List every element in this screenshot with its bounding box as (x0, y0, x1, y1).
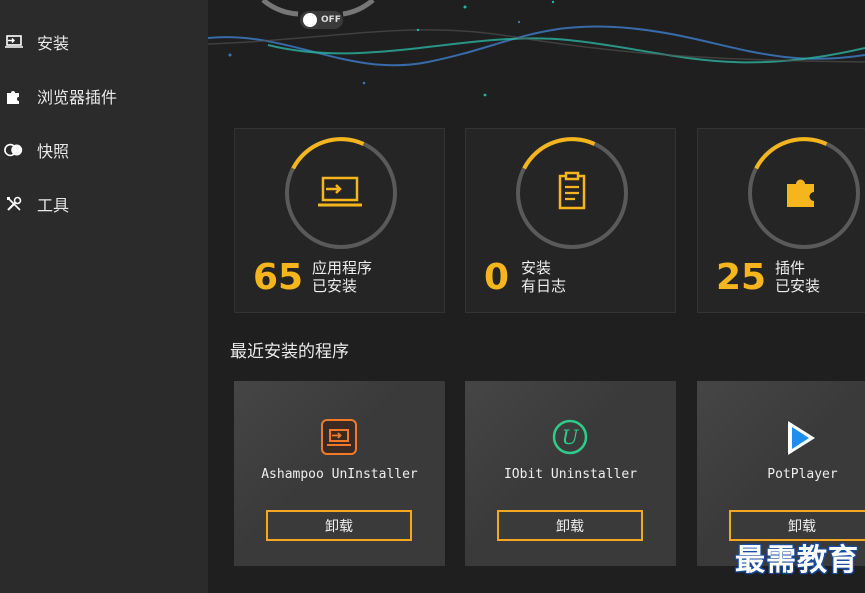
stat-label-line2: 有日志 (521, 277, 567, 295)
app-name: PotPlayer (767, 467, 838, 482)
potplayer-icon (788, 421, 815, 455)
stat-label-line1: 插件 (775, 259, 806, 277)
stat-label: 插件 已安装 (775, 259, 820, 295)
install-icon (318, 176, 362, 207)
svg-text:U: U (562, 425, 580, 449)
recent-app-card[interactable]: U IObit Uninstaller 卸载 (465, 381, 676, 566)
toggle-label: OFF (321, 15, 341, 25)
stat-card-install-logs[interactable]: 0 安装 有日志 (465, 128, 676, 313)
puzzle-icon (787, 179, 814, 207)
main-panel: OFF 65 应用程序 已安装 0 安装 有日志 25 插件 已安装 最近安装的… (208, 0, 865, 593)
tools-icon (4, 194, 24, 214)
puzzle-icon (4, 86, 24, 106)
auto-monitor-toggle[interactable]: OFF (300, 11, 343, 29)
stat-label-line2: 已安装 (312, 277, 358, 295)
ashampoo-icon (321, 419, 357, 455)
install-icon (4, 32, 24, 52)
recent-app-card[interactable]: Ashampoo UnInstaller 卸载 (234, 381, 445, 566)
watermark-text: 最需教育 (735, 543, 859, 578)
sidebar-item-label: 工具 (37, 196, 70, 215)
stat-value: 25 (716, 257, 767, 298)
clipboard-icon (558, 171, 586, 210)
stat-label-line1: 应用程序 (312, 259, 373, 277)
stat-label-line2: 已安装 (775, 277, 821, 295)
sidebar-item-install[interactable]: 安装 (0, 22, 208, 62)
uninstall-button[interactable]: 卸载 (497, 510, 643, 541)
stat-label-line1: 安装 (521, 259, 552, 277)
stat-label: 应用程序 已安装 (312, 259, 372, 295)
stat-value: 0 (484, 257, 510, 298)
sidebar-item-label: 安装 (37, 34, 70, 53)
sidebar-item-snapshot[interactable]: 快照 (0, 130, 208, 170)
app-name: Ashampoo UnInstaller (261, 467, 418, 482)
stat-value: 65 (253, 257, 304, 298)
stat-label: 安装 有日志 (521, 259, 566, 295)
stat-card-plugins[interactable]: 25 插件 已安装 (697, 128, 865, 313)
app-name: IObit Uninstaller (503, 467, 638, 482)
uninstall-button[interactable]: 卸载 (266, 510, 412, 541)
stat-card-installed-apps[interactable]: 65 应用程序 已安装 (234, 128, 445, 313)
sidebar: 安装 浏览器插件 快照 工具 (0, 0, 208, 593)
toggle-knob (303, 13, 317, 27)
sidebar-item-label: 浏览器插件 (37, 88, 118, 107)
snapshot-icon (4, 140, 24, 160)
iobit-icon: U (552, 419, 588, 455)
recent-section-title: 最近安装的程序 (230, 342, 349, 362)
sidebar-item-tools[interactable]: 工具 (0, 184, 208, 224)
sidebar-item-browser-plugins[interactable]: 浏览器插件 (0, 76, 208, 116)
sidebar-item-label: 快照 (37, 142, 70, 161)
